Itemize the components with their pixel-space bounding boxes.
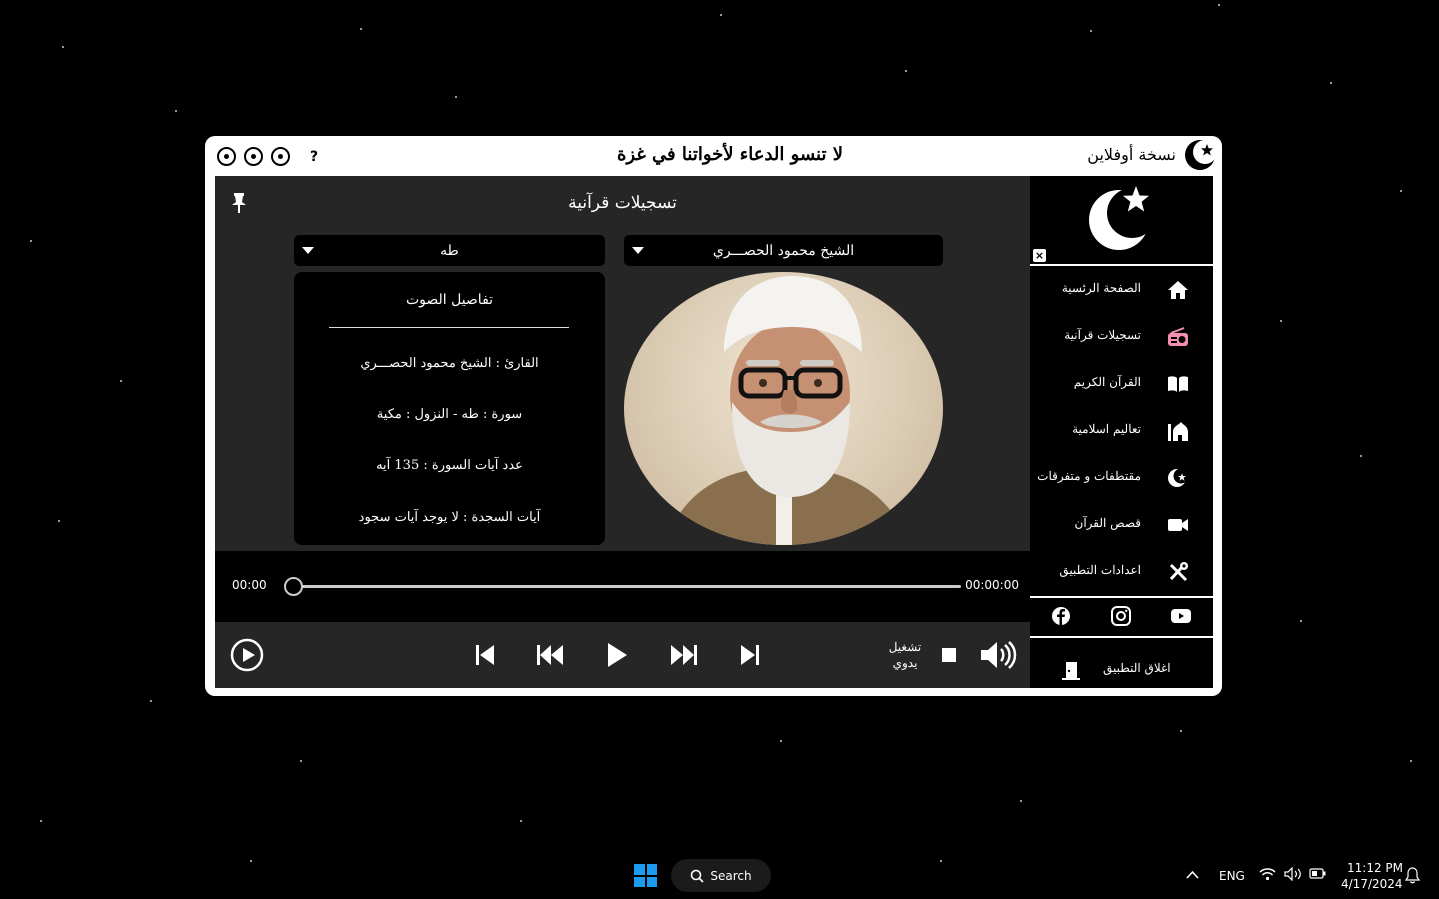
video-icon xyxy=(1168,519,1188,531)
home-icon xyxy=(1168,281,1188,299)
sidebar-item-home[interactable]: الصفحة الرئسية xyxy=(1030,267,1213,314)
close-sidebar-button[interactable]: × xyxy=(1033,249,1046,262)
help-button[interactable]: ? xyxy=(310,149,318,165)
stop-icon[interactable] xyxy=(941,647,957,663)
current-time: 00:00 xyxy=(232,578,267,592)
notification-bell-icon[interactable] xyxy=(1405,867,1420,884)
sidebar-item-recordings[interactable]: تسجيلات قرآنية xyxy=(1030,314,1213,361)
sidebar-item-label: قصص القرآن xyxy=(1074,516,1142,530)
play-icon[interactable] xyxy=(605,641,629,669)
sidebar-item-excerpts[interactable]: مقتطفات و متفرقات xyxy=(1030,455,1213,502)
taskbar-search-label: Search xyxy=(710,868,752,883)
sidebar-divider xyxy=(1030,264,1213,266)
title-bar: ? لا تنسو الدعاء لأخواتنا في غزة نسخة أو… xyxy=(205,136,1222,176)
skip-to-start-icon[interactable] xyxy=(474,643,496,667)
taskbar: Search ENG 11:12 PM 4/17/2024 xyxy=(0,852,1439,899)
instagram-icon[interactable] xyxy=(1109,604,1133,628)
reader-dropdown-value: الشيخ محمود الحصـــري xyxy=(712,242,855,259)
sidebar-item-label: مقتطفات و متفرقات xyxy=(1037,469,1141,483)
sidebar-item-label: القرآن الكريم xyxy=(1073,375,1141,389)
manual-play-label-1: تشغيل xyxy=(888,640,922,654)
rewind-icon[interactable] xyxy=(536,643,564,667)
seek-track[interactable] xyxy=(293,585,961,588)
surah-dropdown[interactable]: طه xyxy=(294,235,605,266)
chevron-down-icon xyxy=(302,247,314,254)
sidebar-divider xyxy=(1030,596,1213,598)
facebook-icon[interactable] xyxy=(1049,604,1073,628)
sidebar-item-label: الصفحة الرئسية xyxy=(1061,281,1141,295)
details-surah: سورة : طه - النزول : مكية xyxy=(376,407,523,422)
sidebar-item-label: تعاليم اسلامية xyxy=(1072,422,1141,436)
exit-app-button[interactable]: اغلاق التطبيق xyxy=(1030,646,1213,688)
seek-handle[interactable] xyxy=(283,577,303,596)
sidebar-item-quran[interactable]: القرآن الكريم xyxy=(1030,361,1213,408)
gaza-message: لا تنسو الدعاء لأخواتنا في غزة xyxy=(616,144,844,165)
sidebar: × الصفحة الرئسية تسجيلات قرآنية القرآن ا… xyxy=(1030,176,1213,688)
youtube-icon[interactable] xyxy=(1169,604,1193,628)
battery-icon[interactable] xyxy=(1309,868,1326,879)
app-brand: نسخة أوفلاين xyxy=(1087,138,1216,170)
page-title: تسجيلات قرآنية xyxy=(568,193,677,213)
sidebar-divider xyxy=(1030,636,1213,638)
crescent-star-logo-icon xyxy=(1185,140,1216,170)
progress-bar-row: 00:00 00:00:00 xyxy=(215,551,1030,622)
audio-details-card: تفاصيل الصوت القارئ : الشيخ محمود الحصــ… xyxy=(294,272,605,545)
clock-date[interactable]: 4/17/2024 xyxy=(1341,877,1403,891)
crescent-star-logo-icon xyxy=(1089,186,1156,250)
offline-version-label: نسخة أوفلاين xyxy=(1087,144,1176,164)
book-icon xyxy=(1168,376,1188,392)
minimize-window-button[interactable] xyxy=(271,147,290,166)
maximize-window-button[interactable] xyxy=(244,147,263,166)
taskbar-search[interactable]: Search xyxy=(671,859,771,892)
reader-portrait xyxy=(624,272,943,545)
app-window: ? لا تنسو الدعاء لأخواتنا في غزة نسخة أو… xyxy=(205,136,1222,696)
close-window-button[interactable] xyxy=(217,147,236,166)
details-ayat-count: عدد آيات السورة : 135 آيه xyxy=(376,458,523,473)
volume-icon[interactable] xyxy=(979,640,1017,670)
skip-to-end-icon[interactable] xyxy=(739,643,761,667)
search-icon xyxy=(691,869,704,883)
crescent-icon xyxy=(1168,468,1189,487)
details-title: تفاصيل الصوت xyxy=(405,292,494,308)
details-divider xyxy=(329,327,569,328)
language-indicator[interactable]: ENG xyxy=(1219,869,1245,883)
tools-icon xyxy=(1169,562,1188,582)
surah-dropdown-value: طه xyxy=(440,242,459,259)
sidebar-item-label: اعدادات التطبيق xyxy=(1059,563,1141,577)
sidebar-item-label: تسجيلات قرآنية xyxy=(1064,328,1141,342)
sidebar-item-quran-stories[interactable]: قصص القرآن xyxy=(1030,502,1213,549)
speaker-icon[interactable] xyxy=(1284,867,1302,881)
manual-play-toggle[interactable]: تشغيل يدوي xyxy=(881,639,929,671)
mosque-icon xyxy=(1168,422,1188,441)
recordings-panel: تسجيلات قرآنية طه الشيخ محمود الحصـــري … xyxy=(215,176,1030,688)
windows-start-icon[interactable] xyxy=(634,864,657,887)
details-sajda: آيات السجدة : لا يوجد آيات سجود xyxy=(358,510,541,525)
wifi-icon[interactable] xyxy=(1259,867,1276,881)
autoplay-circle-icon[interactable] xyxy=(230,638,264,672)
chevron-down-icon xyxy=(632,247,644,254)
reader-dropdown[interactable]: الشيخ محمود الحصـــري xyxy=(624,235,943,266)
details-reader: القارئ : الشيخ محمود الحصـــري xyxy=(360,356,539,371)
clock-time[interactable]: 11:12 PM xyxy=(1347,861,1403,875)
total-time: 00:00:00 xyxy=(965,578,1019,592)
exit-app-label: اغلاق التطبيق xyxy=(1103,661,1171,675)
player-controls: تشغيل يدوي xyxy=(215,622,1030,688)
manual-play-label-2: يدوي xyxy=(892,656,918,670)
sidebar-item-islamic-teachings[interactable]: تعاليم اسلامية xyxy=(1030,408,1213,455)
window-controls: ? xyxy=(217,147,318,166)
fast-forward-icon[interactable] xyxy=(670,643,698,667)
radio-icon xyxy=(1168,327,1188,346)
sidebar-item-settings[interactable]: اعدادات التطبيق xyxy=(1030,549,1213,596)
chevron-up-icon[interactable] xyxy=(1186,870,1199,879)
door-exit-icon xyxy=(1062,662,1080,680)
